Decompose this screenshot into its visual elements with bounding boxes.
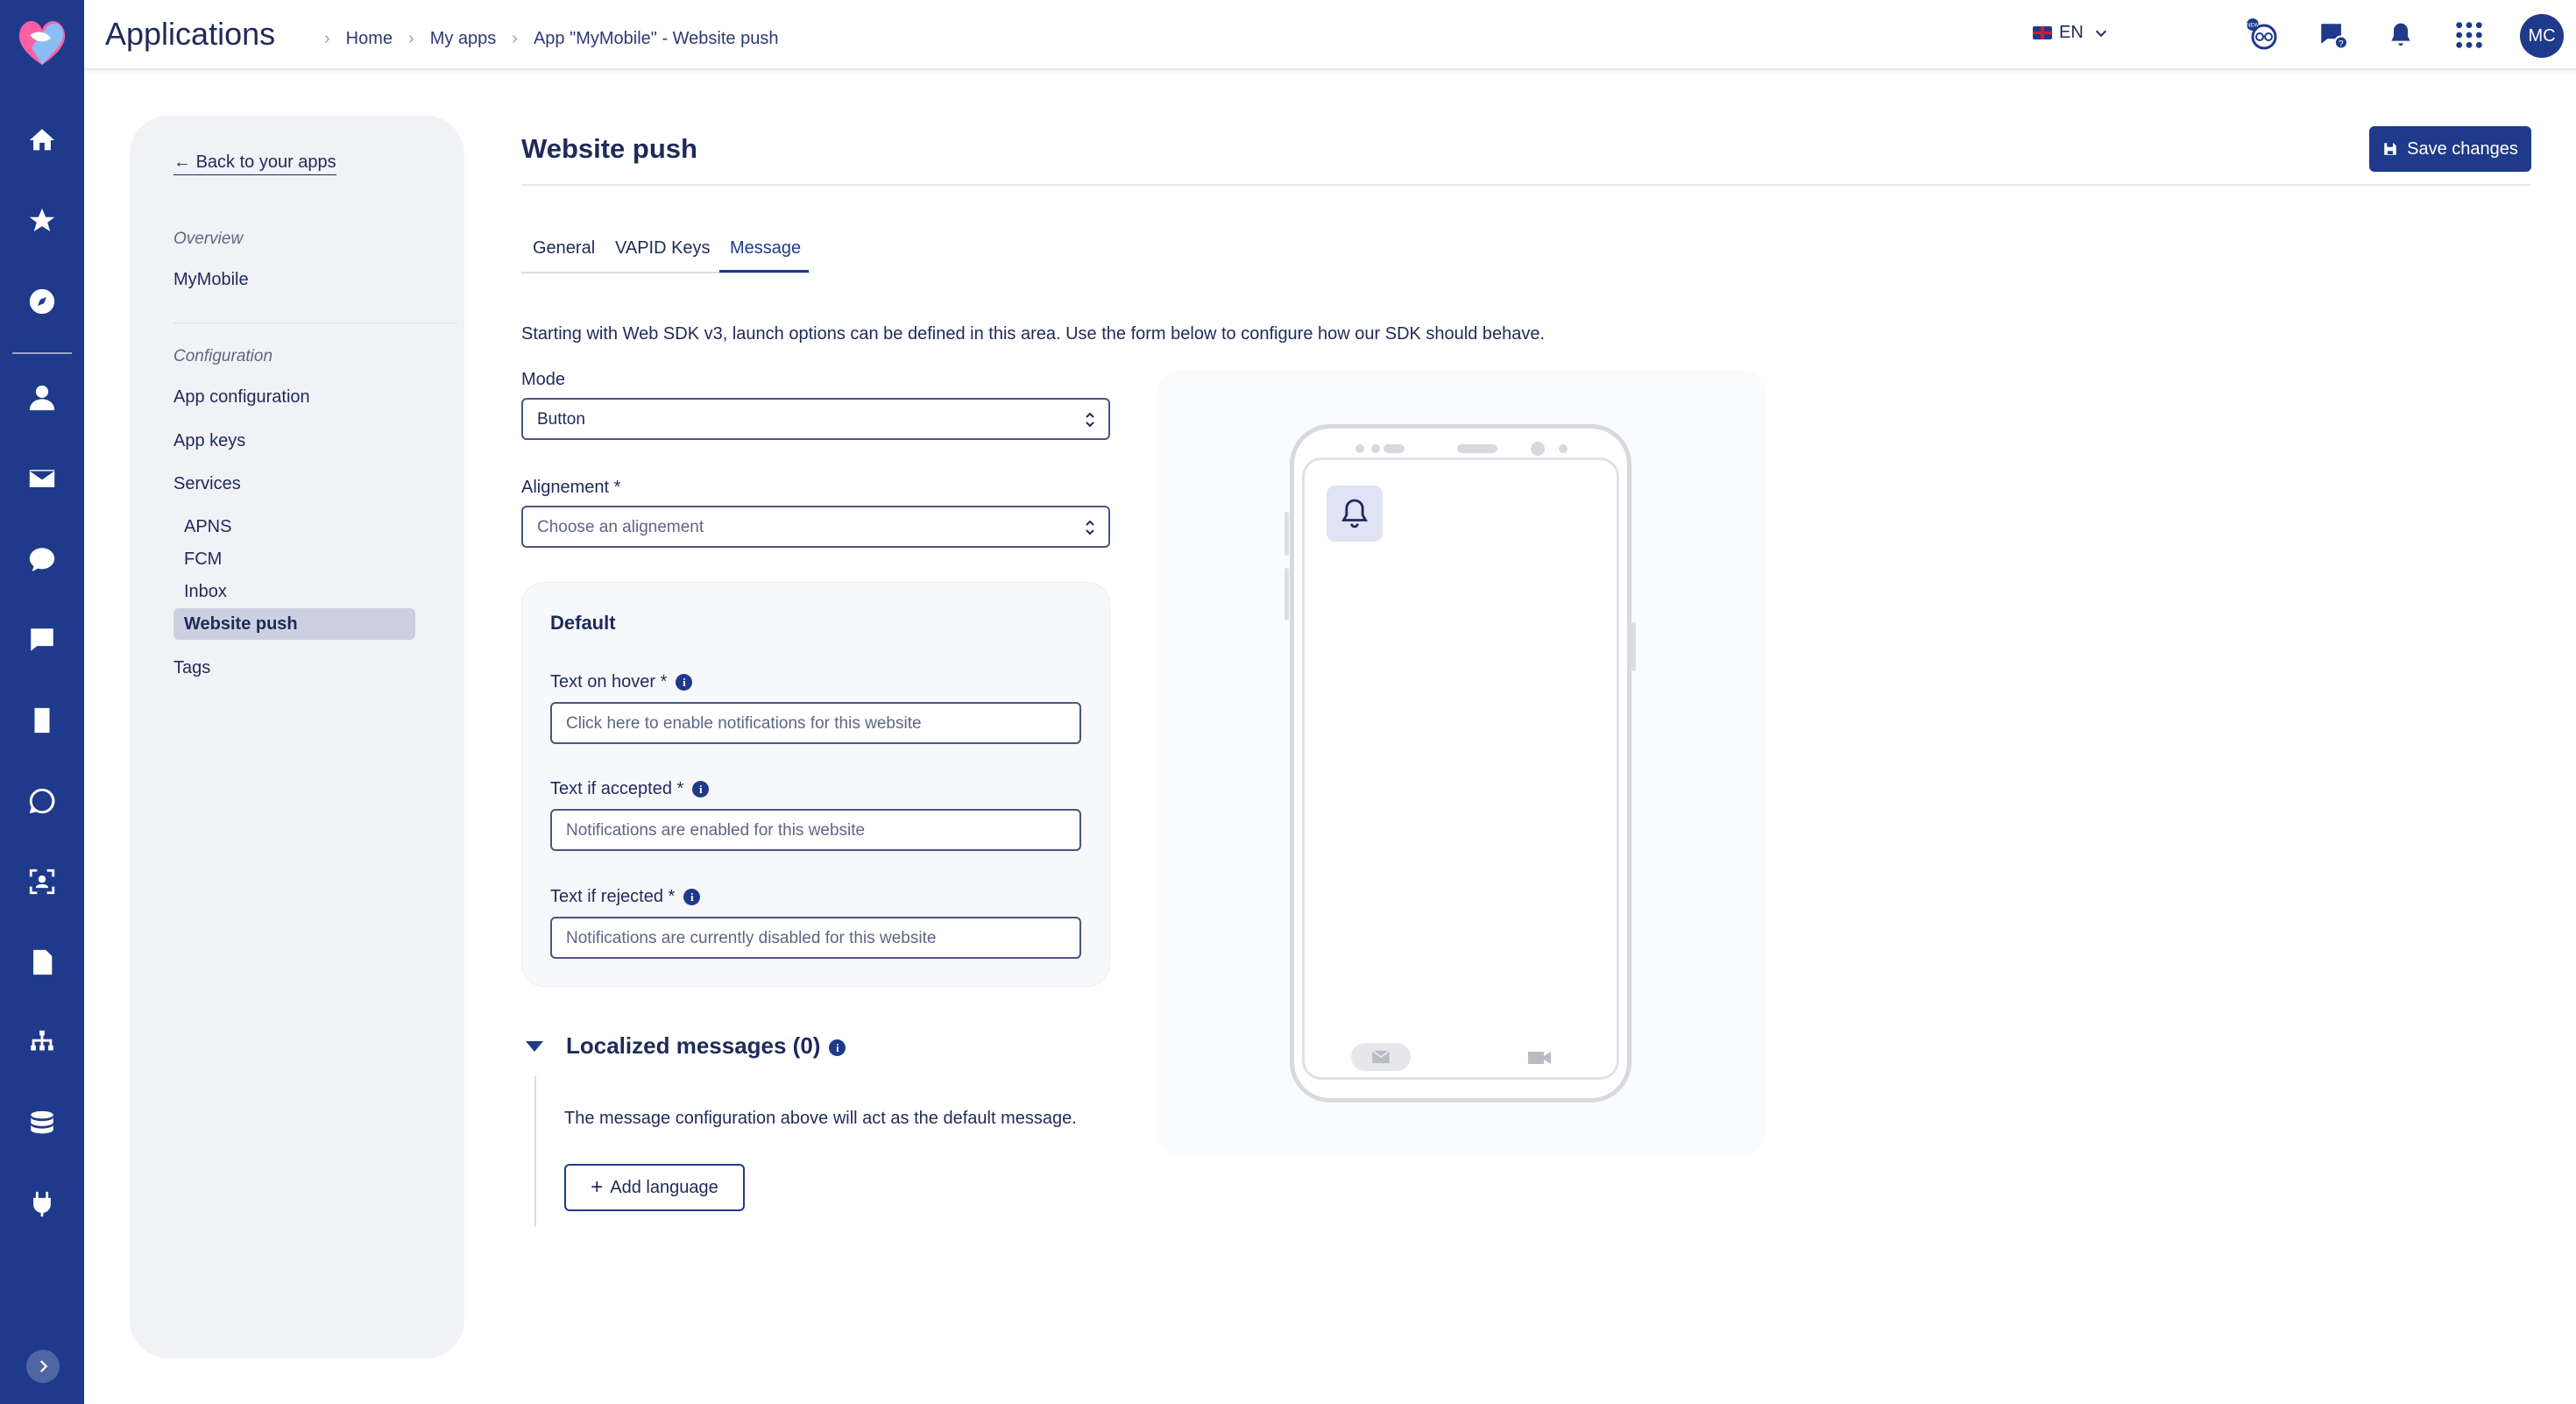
bell-icon (1341, 499, 1368, 528)
mode-label: Mode (521, 370, 566, 389)
document-icon[interactable] (25, 945, 60, 980)
chevron-right-icon: › (512, 29, 518, 48)
tab-vapid-keys[interactable]: VAPID Keys (615, 238, 711, 259)
tab-bar: General VAPID Keys Message (521, 235, 810, 273)
sidebar-item-inbox[interactable]: Inbox (184, 582, 227, 602)
user-avatar[interactable]: MC (2520, 14, 2564, 58)
text-if-accepted-label: Text if accepted * i (550, 779, 710, 799)
text-if-accepted-input[interactable]: Notifications are enabled for this websi… (550, 809, 1081, 851)
sidebar-item-app-configuration[interactable]: App configuration (173, 387, 310, 408)
svg-text:?: ? (2339, 39, 2344, 49)
language-label: EN (2059, 23, 2084, 42)
breadcrumb-my-apps[interactable]: My apps (430, 29, 497, 49)
back-to-apps-link[interactable]: ← Back to your apps (173, 152, 336, 175)
phone-mail-icon (1351, 1043, 1411, 1071)
phone-screen (1302, 457, 1619, 1080)
caret-down-icon[interactable] (526, 1041, 543, 1052)
save-changes-button[interactable]: Save changes (2369, 126, 2531, 172)
mode-select[interactable]: Button (521, 398, 1110, 440)
notifications-bell-icon[interactable] (2383, 18, 2418, 53)
info-icon[interactable]: i (683, 889, 701, 906)
alignment-label: Alignement * (521, 478, 621, 497)
localized-messages-title[interactable]: Localized messages (0) i (566, 1032, 846, 1060)
app-settings-panel: ← Back to your apps Overview MyMobile Co… (130, 116, 464, 1358)
app-title: Applications (105, 16, 276, 52)
sidebar-item-tags[interactable]: Tags (173, 658, 210, 678)
compass-icon[interactable] (25, 284, 60, 319)
chevron-down-icon (2095, 30, 2106, 37)
text-on-hover-label: Text on hover * i (550, 672, 693, 692)
hierarchy-icon[interactable] (25, 1025, 60, 1060)
push-button-preview (1327, 486, 1383, 542)
user-icon[interactable] (25, 380, 60, 415)
active-tab-indicator (719, 270, 809, 273)
rail-divider (12, 352, 72, 354)
uk-flag-icon (2033, 26, 2052, 39)
title-divider (521, 184, 2531, 186)
sidebar-item-apns[interactable]: APNS (184, 517, 231, 537)
text-on-hover-input[interactable]: Click here to enable notifications for t… (550, 702, 1081, 744)
phone-video-icon (1526, 1046, 1553, 1069)
arrow-left-icon: ← (173, 152, 196, 172)
sms-icon[interactable] (25, 542, 60, 577)
email-icon[interactable] (25, 461, 60, 496)
intro-text: Starting with Web SDK v3, launch options… (521, 324, 1546, 344)
phone-side-button (1631, 622, 1636, 671)
floppy-disk-icon (2384, 143, 2396, 155)
sidebar-item-app-name[interactable]: MyMobile (173, 270, 249, 290)
page-title: Website push (521, 133, 697, 164)
text-if-rejected-input[interactable]: Notifications are currently disabled for… (550, 917, 1081, 959)
brand-logo-icon[interactable] (12, 12, 72, 72)
breadcrumb-current: App "MyMobile" - Website push (533, 29, 779, 48)
plus-icon: + (591, 1175, 604, 1199)
alignment-select[interactable]: Choose an alignement (521, 506, 1110, 548)
section-overview-label: Overview (173, 230, 244, 248)
info-icon[interactable]: i (829, 1039, 846, 1056)
help-chat-icon[interactable]: ? (2315, 18, 2350, 53)
localized-section-line (534, 1076, 536, 1227)
select-arrows-icon (1086, 412, 1094, 428)
database-icon[interactable] (25, 1106, 60, 1141)
select-arrows-icon (1086, 520, 1094, 535)
whats-new-icon[interactable]: NEW (2245, 18, 2280, 53)
breadcrumb: › Home › My apps › App "MyMobile" - Webs… (308, 29, 778, 49)
phone-side-button (1284, 568, 1289, 620)
chevron-right-icon (39, 1360, 48, 1372)
chevron-right-icon: › (324, 29, 330, 48)
tab-general[interactable]: General (533, 238, 595, 259)
info-icon[interactable]: i (676, 674, 693, 691)
add-language-button[interactable]: + Add language (564, 1164, 745, 1211)
plug-icon[interactable] (25, 1187, 60, 1222)
whatsapp-icon[interactable] (25, 784, 60, 819)
tab-message[interactable]: Message (730, 238, 801, 259)
left-rail (0, 0, 84, 1404)
chat-icon[interactable] (25, 622, 60, 657)
sidebar-item-app-keys[interactable]: App keys (173, 431, 245, 451)
audience-scan-icon[interactable] (25, 864, 60, 899)
sidebar-item-fcm[interactable]: FCM (184, 550, 222, 570)
mode-select-value: Button (537, 410, 585, 429)
default-card-title: Default (550, 612, 616, 634)
localized-description: The message configuration above will act… (564, 1109, 1077, 1128)
mobile-push-icon[interactable] (25, 703, 60, 738)
apps-grid-icon[interactable] (2452, 18, 2487, 53)
text-if-rejected-label: Text if rejected * i (550, 887, 701, 907)
expand-rail-button[interactable] (26, 1350, 60, 1383)
language-selector[interactable]: EN (2033, 23, 2108, 43)
alignment-select-placeholder: Choose an alignement (537, 518, 704, 536)
sidebar-item-services[interactable]: Services (173, 474, 241, 494)
star-icon[interactable] (25, 203, 60, 238)
sidebar-item-website-push[interactable]: Website push (173, 608, 415, 640)
section-configuration-label: Configuration (173, 347, 273, 365)
phone-side-button (1284, 512, 1289, 556)
breadcrumb-home[interactable]: Home (346, 29, 393, 49)
home-icon[interactable] (25, 123, 60, 158)
top-header: Applications › Home › My apps › App "MyM… (84, 0, 2576, 70)
chevron-right-icon: › (408, 29, 414, 48)
info-icon[interactable]: i (692, 781, 710, 798)
new-badge: NEW (2247, 24, 2259, 29)
